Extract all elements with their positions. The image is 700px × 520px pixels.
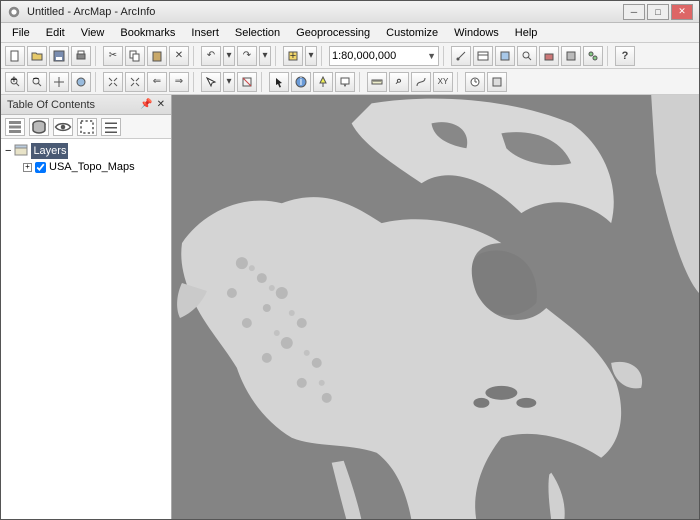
find-icon[interactable]: ⌕	[389, 72, 409, 92]
window-title: Untitled - ArcMap - ArcInfo	[27, 6, 621, 18]
menu-geoprocessing[interactable]: Geoprocessing	[289, 25, 377, 41]
map-scale-select[interactable]: 1:80,000,000 ▼	[329, 46, 439, 66]
app-icon	[7, 5, 21, 19]
undo-icon[interactable]: ↶	[201, 46, 221, 66]
list-by-selection-icon[interactable]	[77, 118, 97, 136]
standard-toolbar: ✂ ✕ ↶ ▾ ↷ ▾ + ▾ 1:80,000,000 ▼ ?	[1, 43, 699, 69]
layer-visibility-checkbox[interactable]	[35, 162, 46, 173]
html-popup-icon[interactable]	[335, 72, 355, 92]
add-data-dropdown-icon[interactable]: ▾	[305, 46, 317, 66]
full-extent-icon[interactable]	[71, 72, 91, 92]
list-by-source-icon[interactable]	[29, 118, 49, 136]
python-icon[interactable]	[561, 46, 581, 66]
table-window-icon[interactable]	[473, 46, 493, 66]
map-scale-value: 1:80,000,000	[332, 50, 396, 62]
fixed-zoom-in-icon[interactable]	[103, 72, 123, 92]
maximize-button[interactable]: □	[647, 4, 669, 20]
collapse-icon[interactable]: −	[5, 145, 11, 157]
open-icon[interactable]	[27, 46, 47, 66]
list-by-visibility-icon[interactable]	[53, 118, 73, 136]
create-viewer-icon[interactable]	[487, 72, 507, 92]
print-icon[interactable]	[71, 46, 91, 66]
menu-windows[interactable]: Windows	[447, 25, 506, 41]
pan-icon[interactable]	[49, 72, 69, 92]
clear-selection-icon[interactable]	[237, 72, 257, 92]
main-area: Table Of Contents 📌 ✕ − Layers + USA_Top…	[1, 95, 699, 519]
menu-help[interactable]: Help	[508, 25, 545, 41]
save-icon[interactable]	[49, 46, 69, 66]
toc-options-icon[interactable]	[101, 118, 121, 136]
layer-name: USA_Topo_Maps	[49, 161, 135, 173]
catalog-icon[interactable]	[495, 46, 515, 66]
dataframe-icon	[14, 144, 28, 159]
zoom-out-icon[interactable]: −	[27, 72, 47, 92]
identify-icon[interactable]: i	[291, 72, 311, 92]
close-button[interactable]: ✕	[671, 4, 693, 20]
layer-row[interactable]: + USA_Topo_Maps	[23, 159, 167, 175]
help-icon[interactable]: ?	[615, 46, 635, 66]
table-of-contents-panel: Table Of Contents 📌 ✕ − Layers + USA_Top…	[1, 95, 172, 519]
zoom-in-icon[interactable]: +	[5, 72, 25, 92]
go-to-xy-icon[interactable]: XY	[433, 72, 453, 92]
next-extent-icon[interactable]: ⇒	[169, 72, 189, 92]
menu-view[interactable]: View	[74, 25, 112, 41]
add-data-icon[interactable]: +	[283, 46, 303, 66]
menu-file[interactable]: File	[5, 25, 37, 41]
fixed-zoom-out-icon[interactable]	[125, 72, 145, 92]
find-route-icon[interactable]	[411, 72, 431, 92]
svg-text:−: −	[33, 76, 39, 85]
svg-text:i: i	[300, 76, 302, 88]
menu-bookmarks[interactable]: Bookmarks	[113, 25, 182, 41]
redo-dropdown-icon[interactable]: ▾	[259, 46, 271, 66]
list-by-drawing-order-icon[interactable]	[5, 118, 25, 136]
pointer-icon[interactable]	[269, 72, 289, 92]
select-dropdown-icon[interactable]: ▾	[223, 72, 235, 92]
chevron-down-icon: ▼	[427, 51, 436, 61]
prev-extent-icon[interactable]: ⇐	[147, 72, 167, 92]
tools-toolbar: + − ⇐ ⇒ ▾ i ⌕ XY	[1, 69, 699, 95]
delete-icon[interactable]: ✕	[169, 46, 189, 66]
menubar: File Edit View Bookmarks Insert Selectio…	[1, 23, 699, 43]
redo-icon[interactable]: ↷	[237, 46, 257, 66]
dataframe-layers[interactable]: Layers	[31, 143, 68, 159]
menu-edit[interactable]: Edit	[39, 25, 72, 41]
arc-toolbox-icon[interactable]	[539, 46, 559, 66]
undo-dropdown-icon[interactable]: ▾	[223, 46, 235, 66]
menu-selection[interactable]: Selection	[228, 25, 287, 41]
hyperlink-icon[interactable]	[313, 72, 333, 92]
titlebar: Untitled - ArcMap - ArcInfo ─ □ ✕	[1, 1, 699, 23]
close-panel-icon[interactable]: ✕	[157, 99, 165, 110]
toc-header: Table Of Contents 📌 ✕	[1, 95, 171, 115]
editor-toolbar-icon[interactable]	[451, 46, 471, 66]
time-slider-icon[interactable]	[465, 72, 485, 92]
select-features-icon[interactable]	[201, 72, 221, 92]
new-icon[interactable]	[5, 46, 25, 66]
menu-insert[interactable]: Insert	[184, 25, 226, 41]
measure-icon[interactable]	[367, 72, 387, 92]
map-canvas	[172, 95, 699, 519]
menu-customize[interactable]: Customize	[379, 25, 445, 41]
svg-text:+: +	[290, 50, 296, 62]
cut-icon[interactable]: ✂	[103, 46, 123, 66]
paste-icon[interactable]	[147, 46, 167, 66]
toc-tree: − Layers + USA_Topo_Maps	[1, 139, 171, 519]
pin-icon[interactable]: 📌	[140, 99, 152, 110]
map-view[interactable]	[172, 95, 699, 519]
toc-tabs	[1, 115, 171, 139]
toc-title: Table Of Contents	[7, 99, 95, 111]
svg-text:+: +	[11, 76, 17, 86]
search-icon[interactable]	[517, 46, 537, 66]
model-builder-icon[interactable]	[583, 46, 603, 66]
copy-icon[interactable]	[125, 46, 145, 66]
minimize-button[interactable]: ─	[623, 4, 645, 20]
expand-icon[interactable]: +	[23, 163, 32, 172]
